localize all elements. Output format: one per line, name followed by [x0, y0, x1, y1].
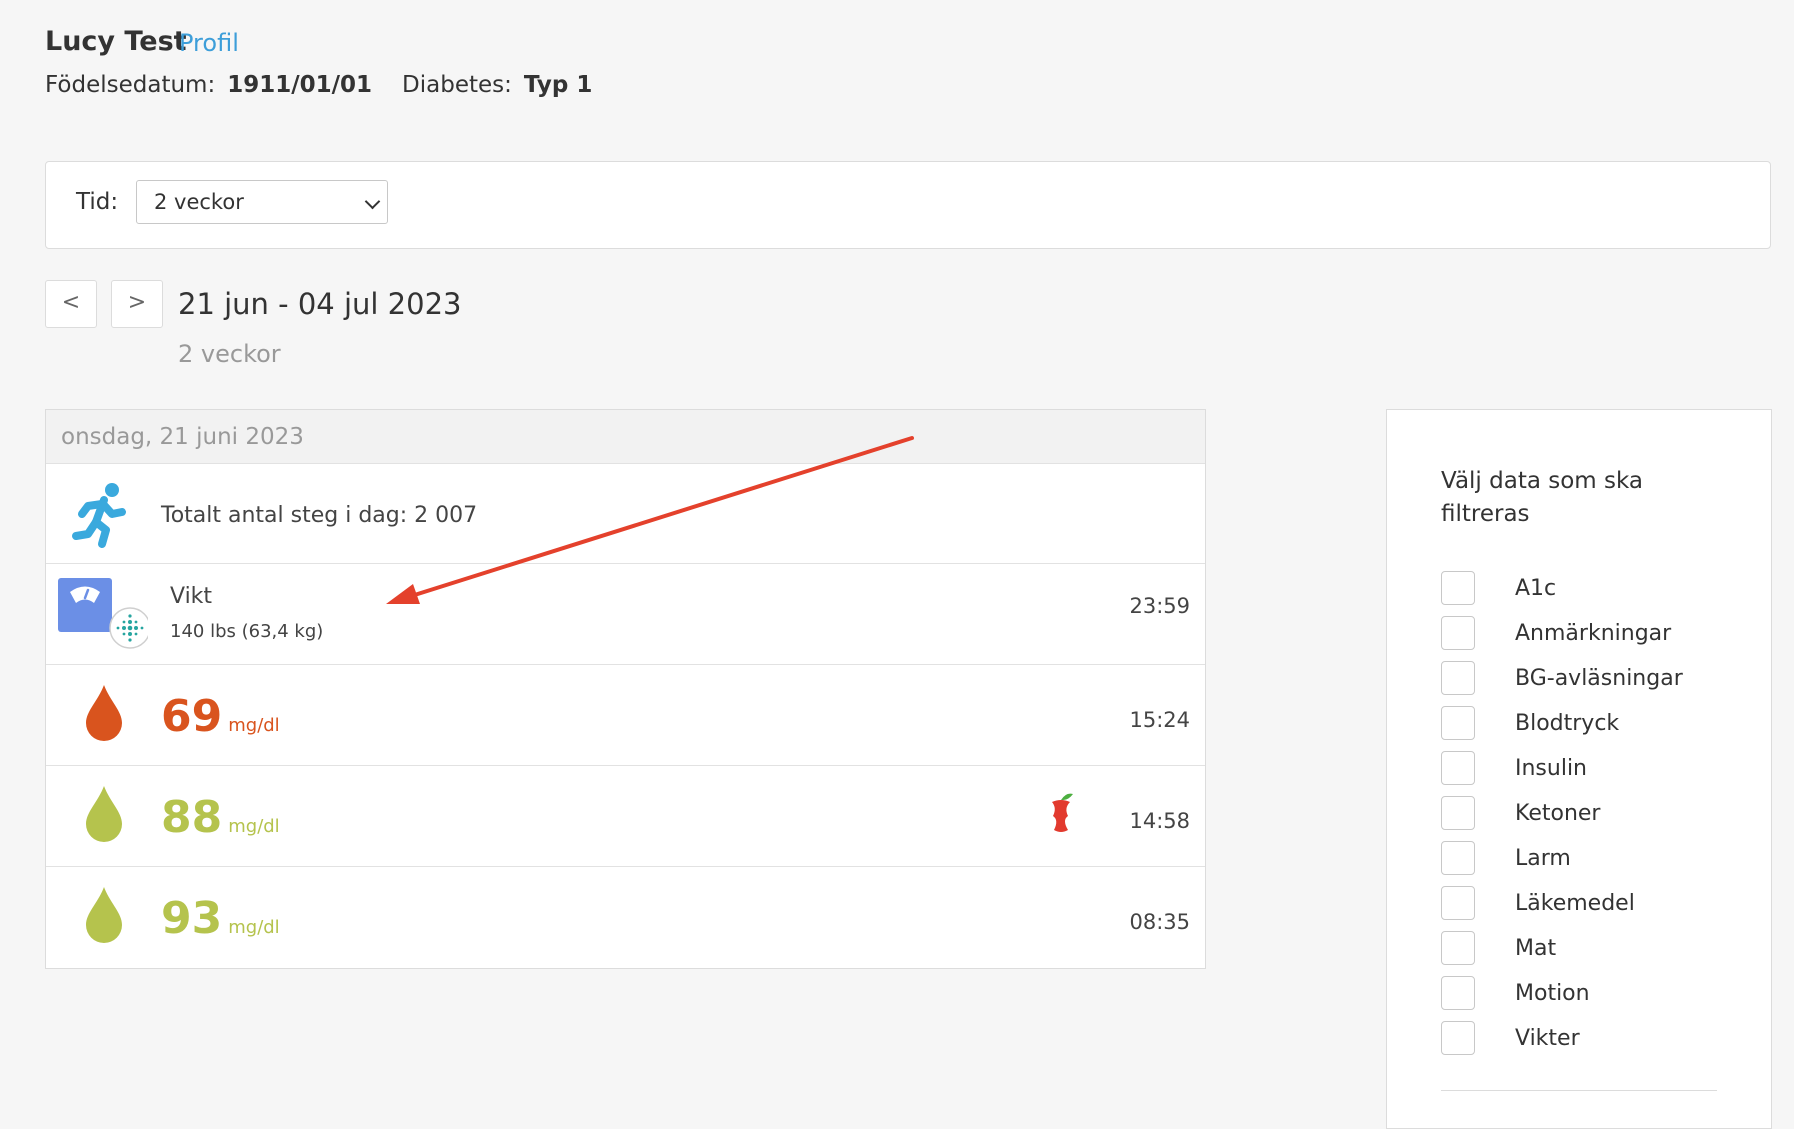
bg-value: 93 mg/dl [161, 893, 280, 944]
bg-value: 88 mg/dl [161, 792, 280, 843]
day-header: onsdag, 21 juni 2023 [46, 410, 1205, 464]
patient-info: Födelsedatum: 1911/01/01 Diabetes: Typ 1 [45, 72, 592, 98]
checkbox[interactable] [1441, 841, 1475, 875]
scale-icon [58, 578, 151, 658]
blood-drop-icon [84, 885, 124, 947]
filter-option-label: Insulin [1515, 756, 1588, 781]
bg-unit: mg/dl [228, 917, 280, 938]
bg-number: 69 [161, 691, 223, 742]
bg-reading-row[interactable]: 93 mg/dl 08:35 [46, 867, 1205, 968]
weight-row[interactable]: Vikt 140 lbs (63,4 kg) 23:59 [46, 564, 1205, 665]
running-person-icon [68, 480, 138, 554]
blood-drop-icon [84, 784, 124, 846]
bg-time: 14:58 [1129, 809, 1190, 833]
chevron-down-icon [364, 193, 381, 210]
dob-value: 1911/01/01 [227, 72, 373, 98]
filter-option-label: Anmärkningar [1515, 621, 1672, 646]
filter-option-label: Mat [1515, 936, 1557, 961]
time-period-value: 2 veckor [154, 190, 244, 214]
patient-name: Lucy Test [45, 26, 187, 57]
day-entries-panel: onsdag, 21 juni 2023 Totalt antal steg i… [45, 409, 1206, 969]
filter-panel: Välj data som ska filtreras A1c Anmärkni… [1386, 409, 1772, 1129]
next-period-button[interactable]: > [111, 280, 163, 328]
bg-time: 15:24 [1129, 708, 1190, 732]
prev-period-button[interactable]: < [45, 280, 97, 328]
bg-number: 93 [161, 893, 223, 944]
bg-reading-row[interactable]: 69 mg/dl 15:24 [46, 665, 1205, 766]
filter-option-label: Blodtryck [1515, 711, 1620, 736]
profile-link[interactable]: Profil [179, 29, 239, 57]
filter-option-label: Motion [1515, 981, 1590, 1006]
date-range-title: 21 jun - 04 jul 2023 [178, 287, 462, 321]
time-label: Tid: [76, 189, 119, 215]
date-range-subtitle: 2 veckor [178, 340, 281, 368]
apple-food-icon [1046, 790, 1076, 838]
checkbox[interactable] [1441, 796, 1475, 830]
steps-total: Totalt antal steg i dag: 2 007 [161, 503, 478, 528]
weight-value: 140 lbs (63,4 kg) [170, 621, 324, 642]
divider [1441, 1090, 1717, 1091]
bg-value: 69 mg/dl [161, 691, 280, 742]
filter-option-label: Vikter [1515, 1026, 1580, 1051]
checkbox[interactable] [1441, 931, 1475, 965]
bg-number: 88 [161, 792, 223, 843]
checkbox[interactable] [1441, 751, 1475, 785]
diabetes-value: Typ 1 [523, 72, 593, 98]
filter-title: Välj data som ska filtreras [1441, 468, 1644, 527]
dob-label: Födelsedatum: [45, 72, 216, 98]
checkbox[interactable] [1441, 661, 1475, 695]
filter-option-label: Läkemedel [1515, 891, 1635, 916]
bg-reading-row[interactable]: 88 mg/dl 14:58 [46, 766, 1205, 867]
checkbox[interactable] [1441, 706, 1475, 740]
checkbox[interactable] [1441, 976, 1475, 1010]
time-period-select[interactable]: 2 veckor [136, 180, 388, 224]
steps-row[interactable]: Totalt antal steg i dag: 2 007 [46, 464, 1205, 564]
time-filter-panel: Tid: 2 veckor [45, 161, 1771, 249]
blood-drop-icon [84, 683, 124, 745]
filter-option-label: A1c [1515, 576, 1557, 601]
checkbox[interactable] [1441, 571, 1475, 605]
weight-time: 23:59 [1129, 594, 1190, 618]
filter-option-label: Ketoner [1515, 801, 1601, 826]
checkbox[interactable] [1441, 886, 1475, 920]
bg-unit: mg/dl [228, 715, 280, 736]
checkbox[interactable] [1441, 616, 1475, 650]
bg-time: 08:35 [1129, 910, 1190, 934]
diabetes-label: Diabetes: [402, 72, 512, 98]
bg-unit: mg/dl [228, 816, 280, 837]
weight-title: Vikt [170, 584, 213, 609]
filter-option-label: Larm [1515, 846, 1571, 871]
filter-option-label: BG-avläsningar [1515, 666, 1683, 691]
checkbox[interactable] [1441, 1021, 1475, 1055]
